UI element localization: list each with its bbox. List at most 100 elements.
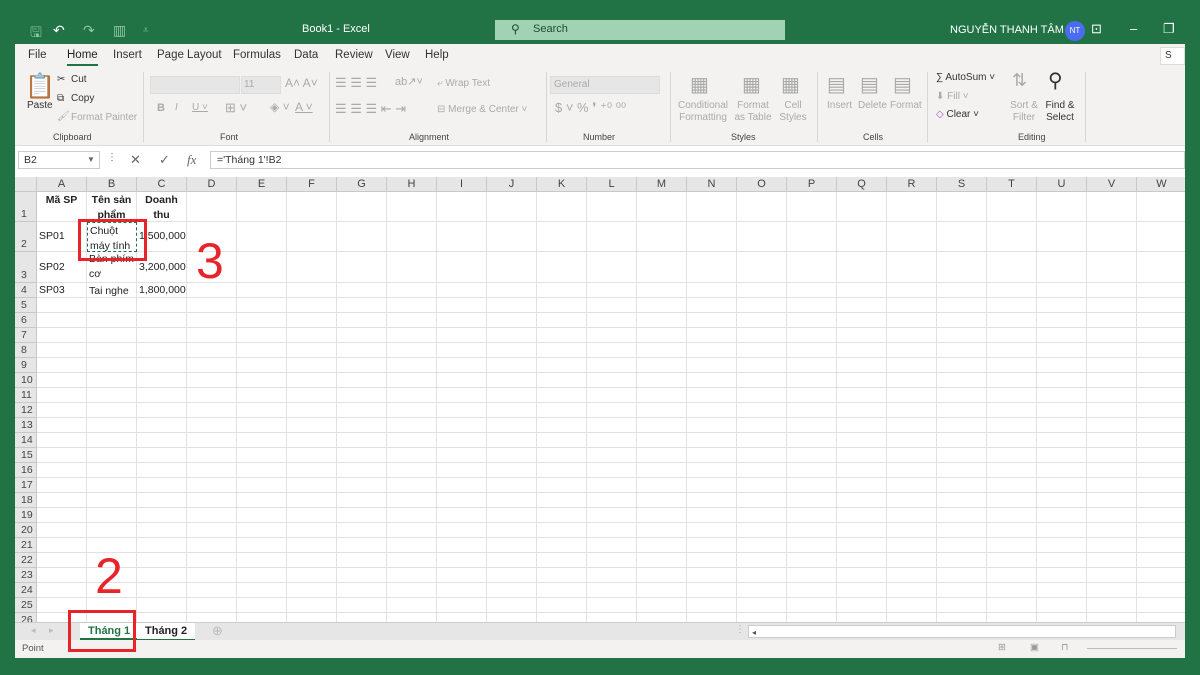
cell-Q24[interactable] [837, 583, 887, 598]
cell-K12[interactable] [537, 403, 587, 418]
cell-R1[interactable] [887, 192, 937, 222]
cell-E7[interactable] [237, 328, 287, 343]
cell-E4[interactable] [237, 283, 287, 298]
cell-O19[interactable] [737, 508, 787, 523]
cell-U18[interactable] [1037, 493, 1087, 508]
cell-S21[interactable] [937, 538, 987, 553]
cell-F22[interactable] [287, 553, 337, 568]
cell-M10[interactable] [637, 373, 687, 388]
cell-U5[interactable] [1037, 298, 1087, 313]
cell-N10[interactable] [687, 373, 737, 388]
cell-P8[interactable] [787, 343, 837, 358]
worksheet-grid[interactable]: A B C D E F G H I J K L M N O P Q R S T U V W 1 Mã SP Tên sản phẩ… [15, 177, 1185, 625]
cell-C7[interactable] [137, 328, 187, 343]
cell-G2[interactable] [337, 222, 387, 252]
cell-H4[interactable] [387, 283, 437, 298]
cell-E18[interactable] [237, 493, 287, 508]
cell-T23[interactable] [987, 568, 1037, 583]
cell-J1[interactable] [487, 192, 537, 222]
cell-D23[interactable] [187, 568, 237, 583]
cell-V5[interactable] [1087, 298, 1137, 313]
cell-W10[interactable] [1137, 373, 1185, 388]
cell-N11[interactable] [687, 388, 737, 403]
cell-R13[interactable] [887, 418, 937, 433]
format-as-table-button[interactable]: Format as Table [731, 100, 775, 124]
cell-N23[interactable] [687, 568, 737, 583]
cell-L6[interactable] [587, 313, 637, 328]
cell-T3[interactable] [987, 252, 1037, 283]
wrap-text-button[interactable]: ⤶ Wrap Text [437, 78, 490, 89]
cell-V20[interactable] [1087, 523, 1137, 538]
cell-C18[interactable] [137, 493, 187, 508]
cell-J17[interactable] [487, 478, 537, 493]
cell-G22[interactable] [337, 553, 387, 568]
cell-S18[interactable] [937, 493, 987, 508]
cell-H5[interactable] [387, 298, 437, 313]
cell-B9[interactable] [87, 358, 137, 373]
cell-V11[interactable] [1087, 388, 1137, 403]
cell-J5[interactable] [487, 298, 537, 313]
format-painter-button[interactable]: Format Painter [71, 112, 137, 123]
cell-U10[interactable] [1037, 373, 1087, 388]
cell-P21[interactable] [787, 538, 837, 553]
orientation-icon[interactable]: ab↗˅ [395, 75, 423, 88]
cell-A15[interactable] [37, 448, 87, 463]
cell-M12[interactable] [637, 403, 687, 418]
cell-I24[interactable] [437, 583, 487, 598]
cell-I2[interactable] [437, 222, 487, 252]
cell-N2[interactable] [687, 222, 737, 252]
row-header-5[interactable]: 5 [15, 298, 37, 313]
cell-I16[interactable] [437, 463, 487, 478]
cell-V24[interactable] [1087, 583, 1137, 598]
cell-G11[interactable] [337, 388, 387, 403]
cell-J21[interactable] [487, 538, 537, 553]
cell-W18[interactable] [1137, 493, 1185, 508]
cell-E22[interactable] [237, 553, 287, 568]
undo-icon[interactable]: ↶ [53, 22, 65, 39]
cell-A9[interactable] [37, 358, 87, 373]
align-left-icon[interactable]: ☰ ☰ ☰ ⇤ ⇥ [335, 101, 406, 117]
cell-Q2[interactable] [837, 222, 887, 252]
cell-L8[interactable] [587, 343, 637, 358]
cell-L18[interactable] [587, 493, 637, 508]
cell-B7[interactable] [87, 328, 137, 343]
column-header-H[interactable]: H [387, 177, 437, 192]
italic-button[interactable]: I [175, 102, 178, 113]
cell-L7[interactable] [587, 328, 637, 343]
cell-E25[interactable] [237, 598, 287, 613]
cell-N25[interactable] [687, 598, 737, 613]
cell-P6[interactable] [787, 313, 837, 328]
cell-C12[interactable] [137, 403, 187, 418]
row-header-20[interactable]: 20 [15, 523, 37, 538]
cell-T1[interactable] [987, 192, 1037, 222]
scroll-left-icon[interactable]: ◂ [31, 625, 36, 636]
cell-S19[interactable] [937, 508, 987, 523]
tab-help[interactable]: Help [425, 49, 449, 61]
conditional-formatting-button[interactable]: Conditional Formatting [677, 100, 729, 124]
cell-L15[interactable] [587, 448, 637, 463]
tab-insert[interactable]: Insert [113, 49, 142, 61]
cell-N5[interactable] [687, 298, 737, 313]
fill-button[interactable]: ⬇ Fill ˅ [936, 91, 969, 102]
cell-W14[interactable] [1137, 433, 1185, 448]
cell-Q23[interactable] [837, 568, 887, 583]
cell-H9[interactable] [387, 358, 437, 373]
cell-G5[interactable] [337, 298, 387, 313]
cell-J14[interactable] [487, 433, 537, 448]
cell-M21[interactable] [637, 538, 687, 553]
cell-N15[interactable] [687, 448, 737, 463]
cell-C8[interactable] [137, 343, 187, 358]
cell-G4[interactable] [337, 283, 387, 298]
cell-I4[interactable] [437, 283, 487, 298]
cell-E13[interactable] [237, 418, 287, 433]
cell-S3[interactable] [937, 252, 987, 283]
cell-G1[interactable] [337, 192, 387, 222]
column-header-B[interactable]: B [87, 177, 137, 192]
cell-A5[interactable] [37, 298, 87, 313]
cell-J23[interactable] [487, 568, 537, 583]
cell-K11[interactable] [537, 388, 587, 403]
cell-D7[interactable] [187, 328, 237, 343]
restore-icon[interactable]: ❐ [1163, 21, 1175, 37]
cell-O20[interactable] [737, 523, 787, 538]
cell-J3[interactable] [487, 252, 537, 283]
